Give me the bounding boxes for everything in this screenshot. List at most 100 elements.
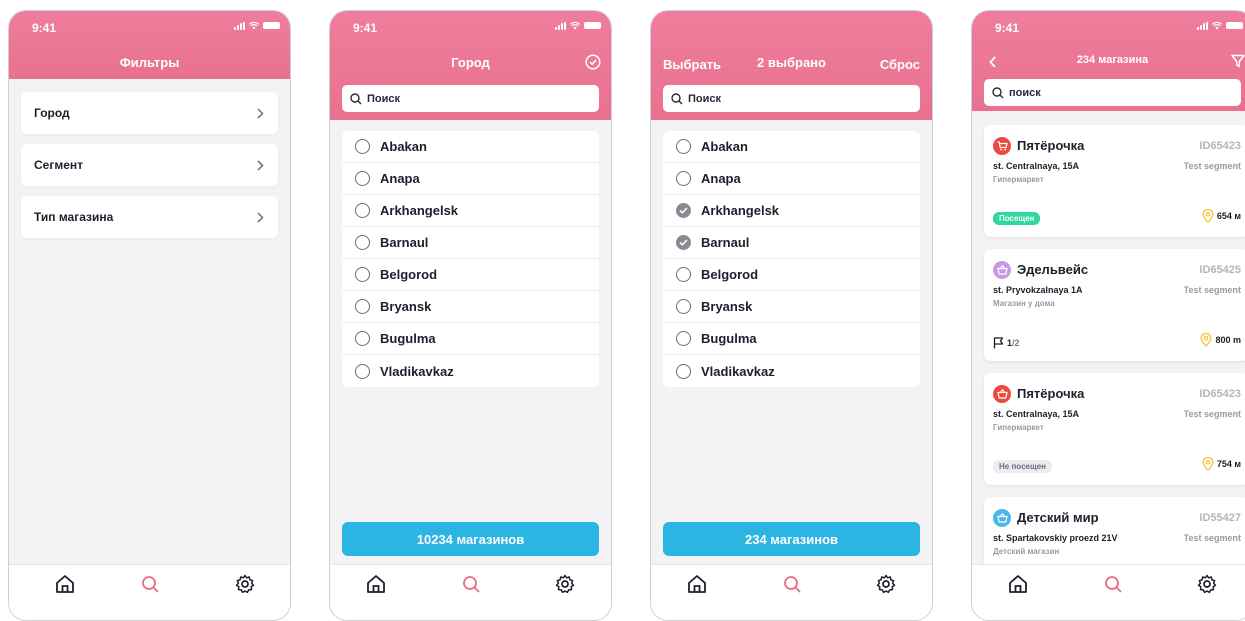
store-card[interactable]: Эдельвейс ID65425 st. Pryvokzalnaya 1A T… (984, 249, 1245, 361)
radio-button[interactable] (676, 331, 691, 346)
search-icon[interactable] (781, 573, 803, 595)
city-option-barnaul[interactable]: Barnaul (342, 227, 599, 259)
status-icons (1197, 22, 1243, 30)
city-option-arkhangelsk[interactable]: Arkhangelsk (663, 195, 920, 227)
radio-button[interactable] (355, 267, 370, 282)
search-icon[interactable] (1102, 573, 1124, 595)
tab-bar (330, 564, 611, 620)
page-title: 234 магазина (1076, 54, 1149, 66)
city-name: Bugulma (380, 331, 436, 346)
distance: 754 м (1202, 457, 1241, 471)
radio-button[interactable] (676, 299, 691, 314)
radio-button[interactable] (355, 171, 370, 186)
city-option-belgorod[interactable]: Belgorod (342, 259, 599, 291)
city-option-bryansk[interactable]: Bryansk (663, 291, 920, 323)
search-input[interactable]: поиск (984, 79, 1241, 106)
store-address: st. Centralnaya, 15A (993, 409, 1080, 419)
radio-button[interactable] (676, 139, 691, 154)
home-icon[interactable] (1007, 573, 1029, 595)
city-option-vladikavkaz[interactable]: Vladikavkaz (663, 355, 920, 387)
basket-icon (993, 509, 1011, 527)
show-stores-button[interactable]: 10234 магазинов (342, 522, 599, 556)
filter-funnel-icon[interactable] (1231, 54, 1245, 68)
header: Выбрать 2 выбрано Сброс Поиск (651, 11, 932, 120)
store-address: st. Centralnaya, 15A (993, 161, 1080, 171)
gear-icon[interactable] (1196, 573, 1218, 595)
radio-checked[interactable] (676, 203, 691, 218)
gear-icon[interactable] (234, 573, 256, 595)
confirm-check-icon[interactable] (585, 54, 601, 70)
city-option-vladikavkaz[interactable]: Vladikavkaz (342, 355, 599, 387)
store-type: Детский магазин (993, 547, 1060, 556)
basket-icon (993, 261, 1011, 279)
city-name: Arkhangelsk (701, 203, 780, 218)
filter-city[interactable]: Город (21, 92, 278, 134)
store-address: st. Spartakovskiy proezd 21V (993, 533, 1118, 543)
store-name: Пятёрочка (1017, 138, 1085, 153)
filter-segment[interactable]: Сегмент (21, 144, 278, 186)
status-time: 9:41 (353, 21, 378, 35)
radio-checked[interactable] (676, 235, 691, 250)
store-card[interactable]: Пятёрочка ID65423 st. Centralnaya, 15A T… (984, 125, 1245, 237)
city-name: Arkhangelsk (380, 203, 459, 218)
city-option-barnaul[interactable]: Barnaul (663, 227, 920, 259)
store-type: Гипермаркет (993, 423, 1044, 432)
store-type: Гипермаркет (993, 175, 1044, 184)
page-title: Фильтры (119, 55, 180, 70)
home-icon[interactable] (365, 573, 387, 595)
filter-label: Сегмент (34, 158, 84, 172)
chevron-right-icon (257, 107, 264, 119)
city-option-abakan[interactable]: Abakan (342, 131, 599, 163)
city-option-anapa[interactable]: Anapa (663, 163, 920, 195)
search-icon[interactable] (460, 573, 482, 595)
show-stores-button[interactable]: 234 магазинов (663, 522, 920, 556)
filter-store-type[interactable]: Тип магазина (21, 196, 278, 238)
city-option-abakan[interactable]: Abakan (663, 131, 920, 163)
store-segment: Test segment (1183, 533, 1241, 543)
radio-button[interactable] (355, 299, 370, 314)
home-icon[interactable] (54, 573, 76, 595)
radio-button[interactable] (355, 235, 370, 250)
radio-button[interactable] (355, 331, 370, 346)
radio-button[interactable] (355, 363, 370, 379)
gear-icon[interactable] (875, 573, 897, 595)
radio-button[interactable] (355, 139, 370, 154)
radio-button[interactable] (676, 363, 691, 379)
search-input[interactable]: Поиск (663, 85, 920, 112)
city-option-belgorod[interactable]: Belgorod (663, 259, 920, 291)
city-name: Vladikavkaz (701, 363, 775, 379)
city-name: Bugulma (701, 331, 757, 346)
basket-icon (993, 385, 1011, 403)
battery-icon (584, 22, 601, 29)
city-list: Abakan Anapa Arkhangelsk Barnaul Belgorod Bry… (663, 131, 920, 387)
check-icon (679, 239, 688, 246)
gear-icon[interactable] (554, 573, 576, 595)
city-option-bryansk[interactable]: Bryansk (342, 291, 599, 323)
progress-total: /2 (1012, 338, 1020, 348)
city-option-anapa[interactable]: Anapa (342, 163, 599, 195)
city-option-bugulma[interactable]: Bugulma (342, 323, 599, 355)
distance-value: 754 м (1216, 459, 1241, 469)
status-icons (555, 22, 601, 30)
location-pin-icon (1200, 333, 1212, 347)
status-time: 9:41 (32, 21, 57, 35)
status-badge: Посещен (993, 212, 1041, 225)
radio-button[interactable] (676, 171, 691, 186)
city-name: Belgorod (701, 267, 759, 282)
chevron-right-icon (257, 159, 264, 171)
city-option-bugulma[interactable]: Bugulma (663, 323, 920, 355)
store-segment: Test segment (1183, 161, 1241, 171)
radio-button[interactable] (676, 267, 691, 282)
home-icon[interactable] (686, 573, 708, 595)
status-time: 9:41 (995, 21, 1020, 35)
store-card[interactable]: Пятёрочка ID65423 st. Centralnaya, 15A T… (984, 373, 1245, 485)
city-name: Barnaul (380, 235, 429, 250)
radio-button[interactable] (355, 203, 370, 218)
search-input[interactable]: Поиск (342, 85, 599, 112)
battery-icon (263, 22, 280, 29)
city-option-arkhangelsk[interactable]: Arkhangelsk (342, 195, 599, 227)
city-name: Vladikavkaz (380, 363, 454, 379)
status-badge: Не посещен (993, 460, 1052, 473)
search-icon[interactable] (139, 573, 161, 595)
reset-button[interactable]: Сброс (880, 57, 920, 72)
